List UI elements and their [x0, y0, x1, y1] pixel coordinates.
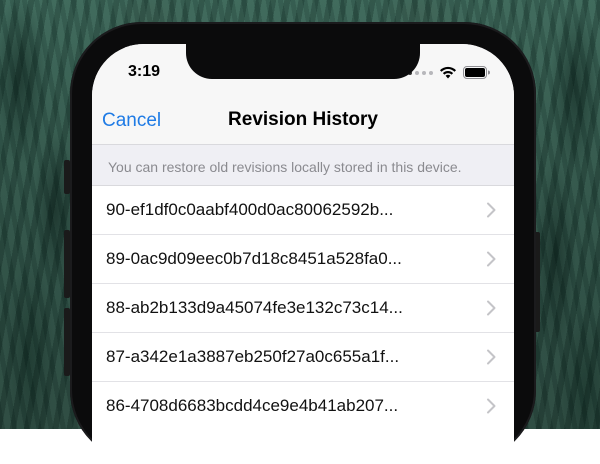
- revision-list: 90-ef1df0c0aabf400d0ac80062592b... 89-0a…: [92, 186, 514, 430]
- phone-screen: 3:19 Cancel Revision History You can res…: [92, 44, 514, 464]
- status-time: 3:19: [128, 63, 161, 80]
- revision-label: 88-ab2b133d9a45074fe3e132c73c14...: [106, 298, 403, 317]
- chevron-right-icon: [487, 251, 496, 267]
- chevron-right-icon: [487, 202, 496, 218]
- revision-label: 90-ef1df0c0aabf400d0ac80062592b...: [106, 200, 394, 219]
- notch: [186, 44, 420, 79]
- chevron-right-icon: [487, 398, 496, 414]
- revision-label: 86-4708d6683bcdd4ce9e4b41ab207...: [106, 396, 399, 415]
- chevron-right-icon: [487, 349, 496, 365]
- section-header: You can restore old revisions locally st…: [92, 145, 514, 186]
- revision-label: 87-a342e1a3887eb250f27a0c655a1f...: [106, 347, 400, 366]
- revision-item[interactable]: 87-a342e1a3887eb250f27a0c655a1f...: [92, 333, 514, 382]
- page-title: Revision History: [228, 109, 378, 130]
- wifi-icon: [440, 66, 456, 79]
- revision-item[interactable]: 89-0ac9d09eec0b7d18c8451a528fa0...: [92, 235, 514, 284]
- revision-item[interactable]: 86-4708d6683bcdd4ce9e4b41ab207...: [92, 382, 514, 430]
- chevron-right-icon: [487, 300, 496, 316]
- revision-item[interactable]: 90-ef1df0c0aabf400d0ac80062592b...: [92, 186, 514, 235]
- revision-label: 89-0ac9d09eec0b7d18c8451a528fa0...: [106, 249, 402, 268]
- status-icons: [408, 66, 490, 79]
- navigation-bar: Cancel Revision History: [92, 94, 514, 145]
- revision-item[interactable]: 88-ab2b133d9a45074fe3e132c73c14...: [92, 284, 514, 333]
- battery-icon: [463, 66, 490, 79]
- section-header-text: You can restore old revisions locally st…: [108, 159, 462, 175]
